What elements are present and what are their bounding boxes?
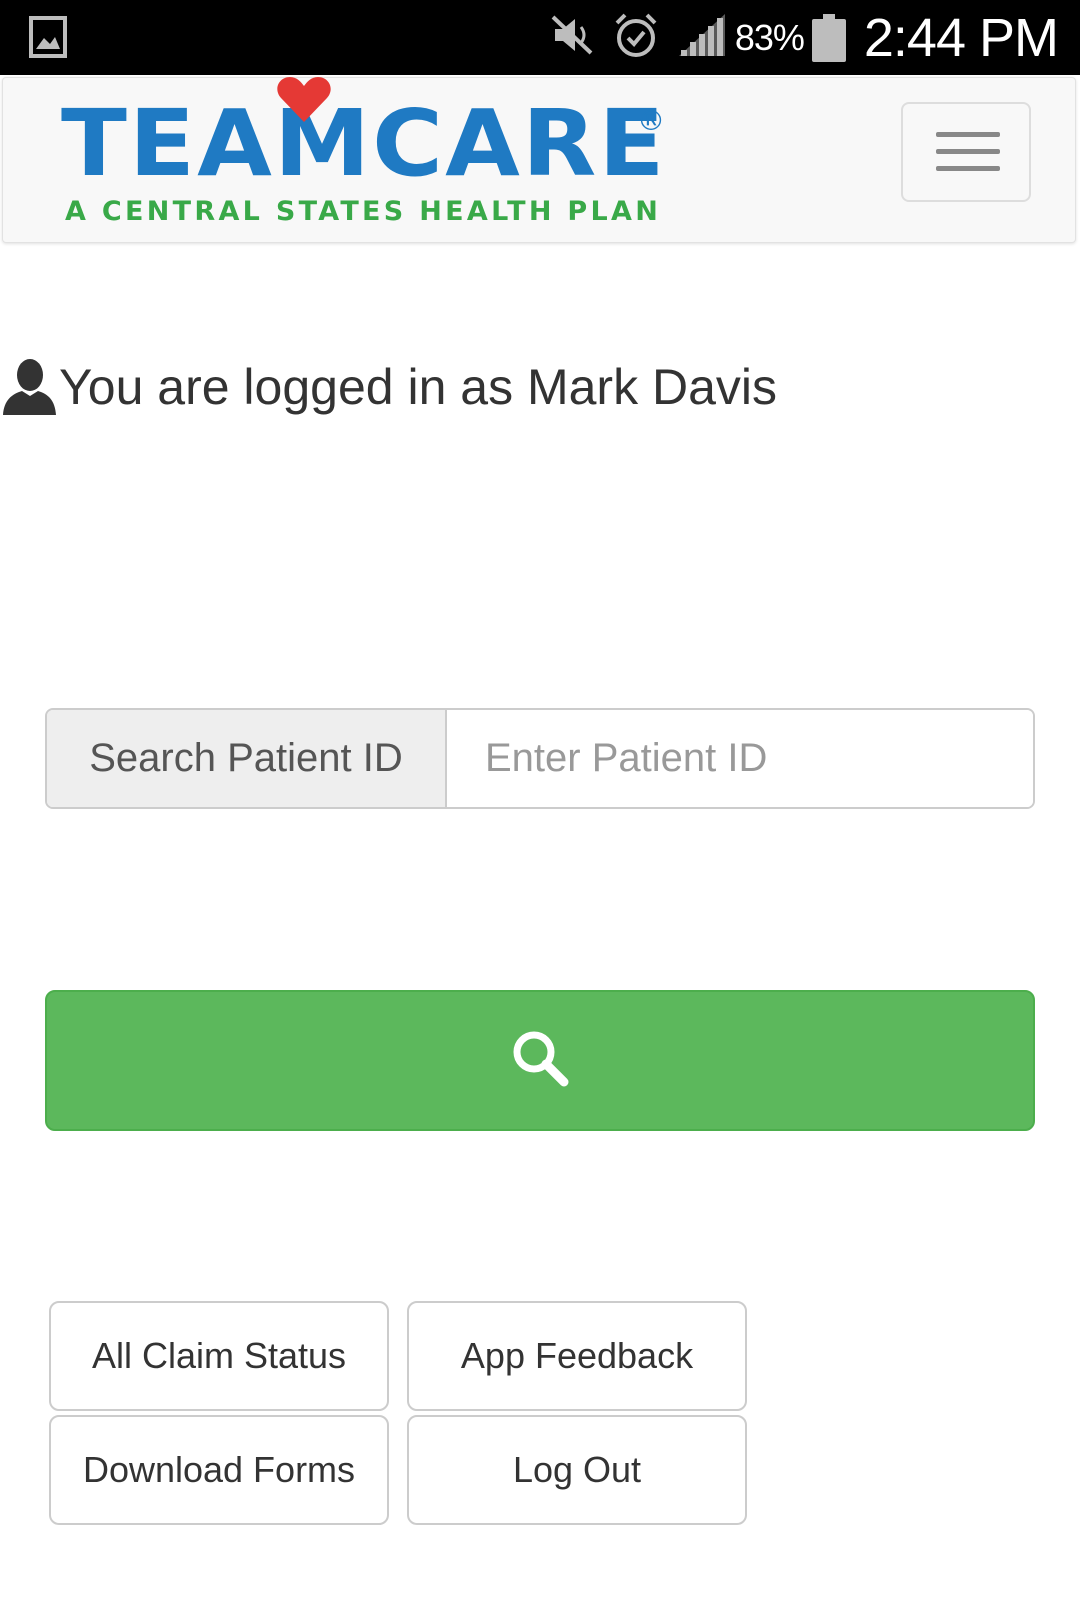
app-feedback-button[interactable]: App Feedback <box>407 1301 747 1411</box>
gallery-icon <box>29 16 67 58</box>
logged-in-text: You are logged in as Mark Davis <box>59 359 777 415</box>
logo-wordmark: TEAMCARE <box>61 90 667 197</box>
navbar: TEAMCARE ® A CENTRAL STATES HEALTH PLAN <box>2 77 1076 243</box>
menu-toggle-button[interactable] <box>901 102 1031 202</box>
teamcare-logo[interactable]: TEAMCARE ® A CENTRAL STATES HEALTH PLAN <box>61 76 681 244</box>
battery-percent: 83% <box>734 16 805 58</box>
status-bar: 83% 2:44 PM <box>0 0 1080 75</box>
mute-icon <box>549 13 595 62</box>
hamburger-bar <box>936 149 1000 154</box>
status-icons: 83% 2:44 PM <box>549 0 1059 75</box>
alarm-icon <box>613 11 659 64</box>
patient-id-input[interactable] <box>447 710 1033 807</box>
registered-mark: ® <box>637 104 665 137</box>
logo-tagline: A CENTRAL STATES HEALTH PLAN <box>65 196 662 227</box>
battery-icon <box>811 13 846 62</box>
heart-icon <box>275 76 333 124</box>
logged-in-status: You are logged in as Mark Davis <box>2 352 777 422</box>
hamburger-bar <box>936 166 1000 171</box>
all-claim-status-button[interactable]: All Claim Status <box>49 1301 389 1411</box>
log-out-button[interactable]: Log Out <box>407 1415 747 1525</box>
hamburger-bar <box>936 132 1000 137</box>
user-icon <box>2 358 57 416</box>
search-button[interactable] <box>45 990 1035 1131</box>
signal-icon <box>677 12 727 63</box>
patient-search-group: Search Patient ID <box>45 708 1035 809</box>
download-forms-button[interactable]: Download Forms <box>49 1415 389 1525</box>
clock: 2:44 PM <box>863 7 1059 68</box>
search-addon-label: Search Patient ID <box>47 710 447 807</box>
search-icon <box>511 1029 569 1092</box>
